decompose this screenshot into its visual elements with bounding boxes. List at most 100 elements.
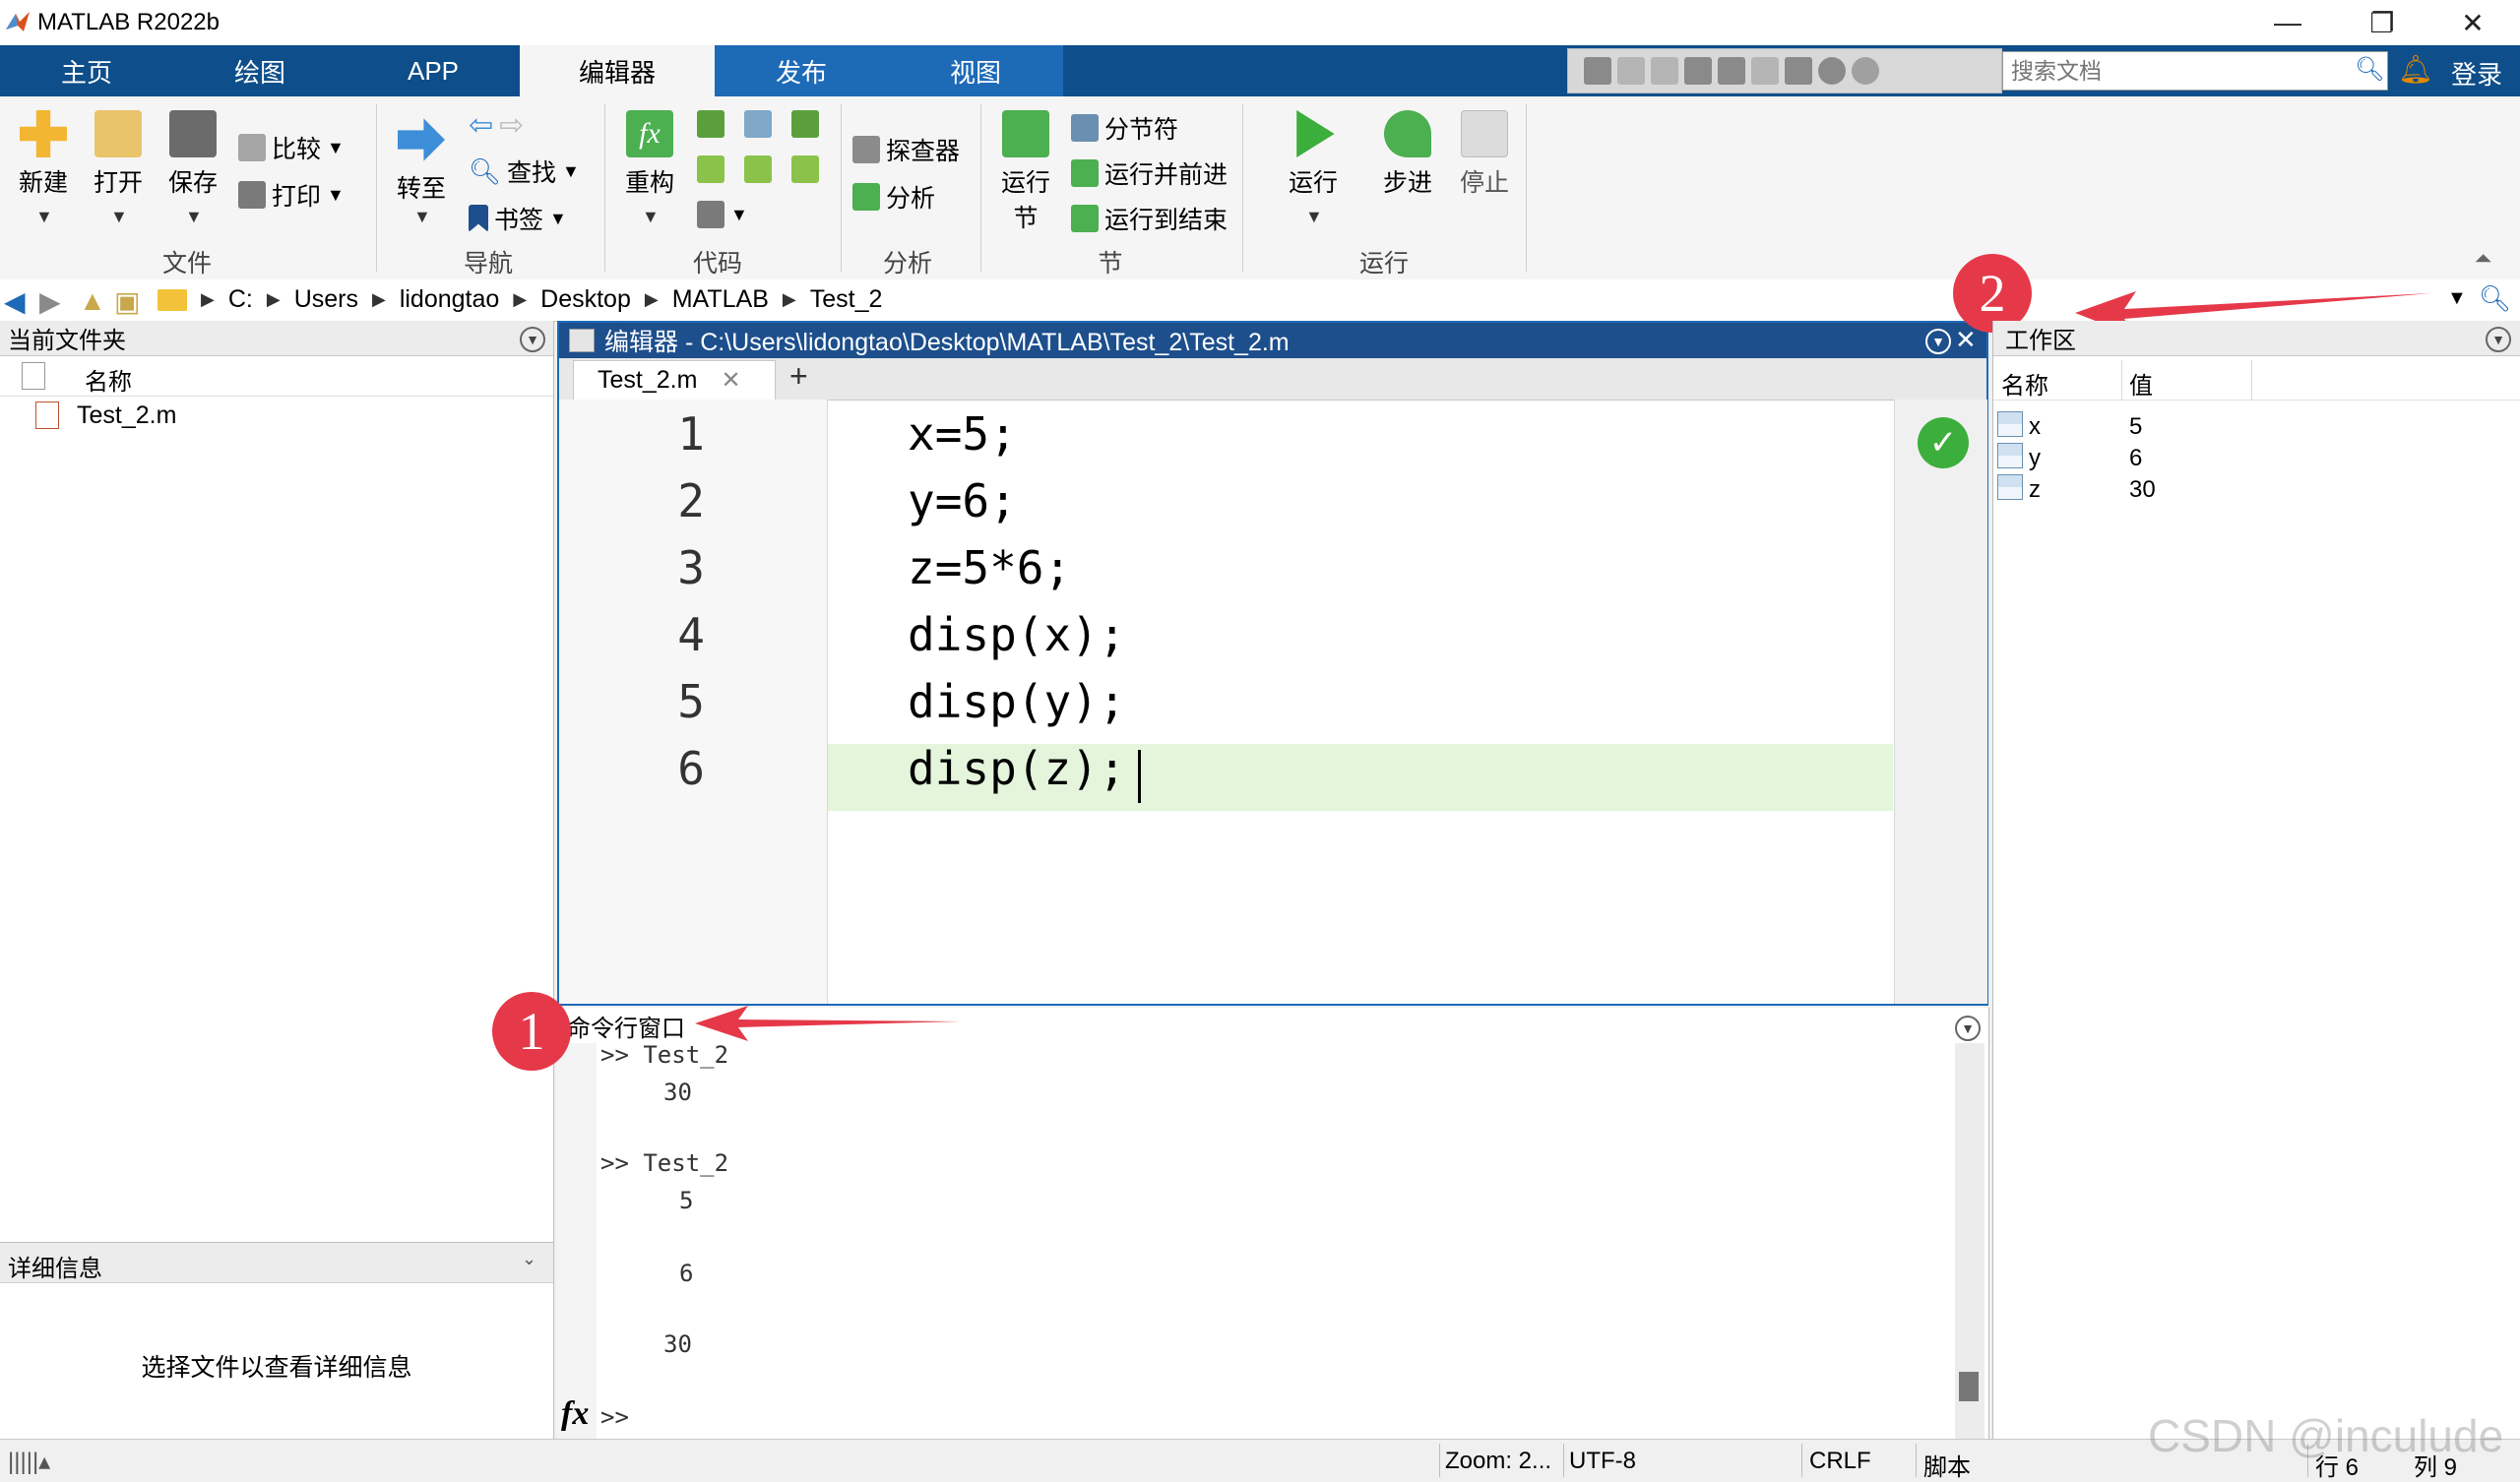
collapse-ribbon-icon[interactable]: ⏶	[2475, 246, 2492, 272]
list-item[interactable]: Test_2.m	[0, 398, 553, 433]
forward-icon[interactable]: ▶	[39, 285, 61, 318]
chevron-down-icon[interactable]: ▼	[1305, 207, 1323, 227]
table-row[interactable]: y 6	[1993, 443, 2520, 474]
analyze-button[interactable]: 分析	[852, 179, 935, 215]
forward-icon[interactable]: ⇨	[499, 108, 524, 143]
switch-windows-icon[interactable]	[1785, 57, 1812, 85]
code-line[interactable]: x=5;	[908, 407, 1017, 461]
comment-icon[interactable]	[697, 110, 724, 138]
close-icon[interactable]: ✕	[1955, 325, 1977, 355]
scrollbar-thumb[interactable]	[1959, 1372, 1979, 1401]
breadcrumb-item[interactable]: C:	[228, 285, 253, 314]
close-icon[interactable]: ✕	[721, 366, 740, 395]
chevron-down-icon[interactable]	[1852, 57, 1879, 85]
browse-folder-icon[interactable]: ▣	[114, 285, 140, 318]
run-advance-button[interactable]: 运行并前进	[1071, 155, 1228, 191]
fx-icon[interactable]: fx	[561, 1395, 589, 1433]
back-icon[interactable]: ◀	[4, 285, 26, 318]
chevron-down-icon[interactable]: ⌄	[522, 1249, 536, 1269]
login-button[interactable]: 登录	[2451, 55, 2502, 92]
cut-icon[interactable]	[1617, 57, 1645, 85]
chevron-down-icon[interactable]: ▼	[110, 207, 128, 227]
tab-editor[interactable]: 编辑器	[520, 45, 715, 96]
refactor-button[interactable]: fx 重构	[618, 110, 681, 199]
bookmark-button[interactable]: 书签 ▼	[469, 201, 567, 236]
command-prompt[interactable]: >>	[600, 1403, 629, 1431]
smart-indent-icon[interactable]	[697, 155, 724, 183]
tab-plots[interactable]: 绘图	[173, 45, 346, 96]
run-section-button[interactable]: 运行 节	[994, 110, 1057, 234]
encoding-status[interactable]: UTF-8	[1569, 1448, 1636, 1475]
breadcrumb-item[interactable]: Desktop	[540, 285, 631, 314]
step-button[interactable]: 步进	[1376, 110, 1439, 199]
panel-menu-icon[interactable]: ▼	[1955, 1016, 1981, 1041]
zoom-status[interactable]: Zoom: 2...	[1445, 1448, 1551, 1475]
chevron-down-icon[interactable]: ▼	[185, 207, 203, 227]
name-column-header[interactable]: 名称	[2001, 366, 2048, 401]
minimize-icon[interactable]: —	[2240, 0, 2335, 45]
print-button[interactable]: 打印 ▼	[238, 177, 345, 213]
tab-test2[interactable]: Test_2.m ✕	[573, 360, 776, 400]
section-break-button[interactable]: 分节符	[1071, 110, 1178, 146]
code-line[interactable]: disp(x);	[908, 608, 1126, 661]
uncomment-icon[interactable]	[744, 110, 772, 138]
breadcrumb-item[interactable]: lidongtao	[400, 285, 499, 314]
help-icon[interactable]	[1818, 57, 1846, 85]
add-tab-button[interactable]: +	[789, 358, 808, 395]
undo-icon[interactable]	[1718, 57, 1745, 85]
restore-icon[interactable]: ❐	[2335, 0, 2429, 45]
redo-icon[interactable]	[1751, 57, 1779, 85]
name-column-header[interactable]: 名称	[85, 362, 132, 397]
resize-grip-icon[interactable]: |||||▴	[8, 1448, 50, 1476]
search-input[interactable]	[2002, 51, 2388, 91]
bell-icon[interactable]: 🔔︎	[2398, 53, 2433, 86]
save-button[interactable]: 保存	[163, 110, 222, 199]
eol-status[interactable]: CRLF	[1809, 1448, 1871, 1475]
back-icon[interactable]: ⇦	[469, 108, 493, 143]
function-hint-icon[interactable]	[697, 201, 724, 228]
find-button[interactable]: 🔍︎ 查找 ▼	[469, 154, 580, 189]
save-icon	[169, 110, 217, 157]
code-line[interactable]: disp(z);	[908, 742, 1126, 795]
chevron-down-icon[interactable]: ▼	[35, 207, 53, 227]
close-icon[interactable]: ✕	[2426, 0, 2520, 45]
value-column-header[interactable]: 值	[2129, 366, 2153, 401]
up-folder-icon[interactable]: ▲	[79, 285, 106, 317]
run-button[interactable]: 运行	[1282, 110, 1345, 199]
chevron-down-icon[interactable]: ▼	[642, 207, 660, 227]
check-icon[interactable]: ✓	[1918, 417, 1969, 468]
code-line[interactable]: z=5*6;	[908, 541, 1071, 594]
breadcrumb-item[interactable]: MATLAB	[672, 285, 769, 314]
panel-menu-icon[interactable]: ▼	[2486, 327, 2511, 352]
panel-menu-icon[interactable]: ▼	[520, 327, 545, 352]
open-button[interactable]: 打开	[89, 110, 148, 199]
tab-publish[interactable]: 发布	[715, 45, 888, 96]
copy-icon[interactable]	[1651, 57, 1678, 85]
table-row[interactable]: x 5	[1993, 411, 2520, 443]
tab-home[interactable]: 主页	[0, 45, 173, 96]
save-icon[interactable]	[1584, 57, 1611, 85]
chevron-down-icon[interactable]: ▼	[413, 207, 431, 227]
table-row[interactable]: z 30	[1993, 474, 2520, 506]
run-to-end-button[interactable]: 运行到结束	[1071, 201, 1228, 236]
decrease-indent-icon[interactable]	[791, 155, 819, 183]
chevron-down-icon[interactable]: ▼	[2447, 287, 2467, 310]
search-icon[interactable]: 🔍︎	[2355, 55, 2384, 84]
goto-button[interactable]: 转至	[390, 116, 453, 205]
search-icon[interactable]: 🔍︎	[2479, 283, 2511, 314]
code-line[interactable]: y=6;	[908, 474, 1017, 527]
breadcrumb-item[interactable]: Users	[294, 285, 358, 314]
increase-indent-icon[interactable]	[744, 155, 772, 183]
code-line[interactable]: disp(y);	[908, 675, 1126, 728]
tab-apps[interactable]: APP	[346, 45, 520, 96]
tab-view[interactable]: 视图	[888, 45, 1063, 96]
wrap-comment-icon[interactable]	[791, 110, 819, 138]
breadcrumb-item[interactable]: Test_2	[810, 285, 883, 314]
profiler-button[interactable]: 探查器	[852, 132, 960, 167]
panel-menu-icon[interactable]: ▼	[1925, 329, 1951, 354]
compare-button[interactable]: 比较 ▼	[238, 130, 345, 165]
paste-icon[interactable]	[1684, 57, 1712, 85]
new-button[interactable]: 新建	[14, 110, 73, 199]
stop-button[interactable]: 停止	[1453, 110, 1516, 199]
editor-panel: 编辑器 - C:\Users\lidongtao\Desktop\MATLAB\…	[557, 321, 1988, 1006]
